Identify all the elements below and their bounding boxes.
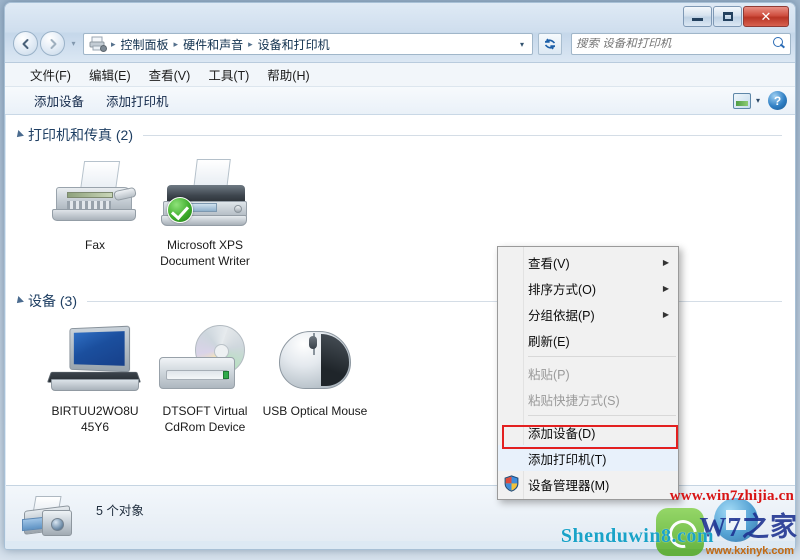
menu-edit[interactable]: 编辑(E) [80, 62, 140, 87]
context-menu-item-add-printer[interactable]: 添加打印机(T) [498, 445, 678, 471]
menu-file[interactable]: 文件(F) [21, 62, 80, 87]
printer-camera-icon [20, 494, 82, 540]
help-button[interactable]: ? [768, 91, 787, 110]
context-menu-separator [528, 415, 676, 416]
default-printer-checkmark-icon [167, 197, 193, 223]
forward-button[interactable] [40, 31, 65, 56]
context-menu-label: 粘贴(P) [528, 367, 570, 382]
menu-tools[interactable]: 工具(T) [199, 62, 258, 87]
context-menu-label: 设备管理器(M) [528, 478, 610, 493]
printer-icon [150, 155, 260, 233]
search-icon[interactable] [772, 37, 786, 51]
context-menu-item-paste-shortcut: 粘贴快捷方式(S) [498, 386, 678, 412]
back-button[interactable] [13, 31, 38, 56]
submenu-arrow-icon: ▶ [662, 309, 669, 319]
status-text: 5 个对象 [96, 504, 144, 518]
back-arrow-icon [22, 38, 28, 49]
context-menu-label: 查看(V) [528, 256, 570, 271]
refresh-button[interactable] [538, 33, 562, 55]
breadcrumb[interactable]: ▸ 控制面板 ▸ 硬件和声音 ▸ 设备和打印机 ▾ [83, 33, 533, 55]
group-header-devices: 设备 (3) [14, 291, 795, 311]
context-menu: 查看(V) ▶ 排序方式(O) ▶ 分组依据(P) ▶ 刷新(E) 粘贴(P) … [497, 246, 679, 500]
triangle-expanded-icon[interactable] [14, 296, 24, 306]
group-title-printers: 打印机和传真 (2) [28, 127, 133, 143]
context-menu-item-add-device[interactable]: 添加设备(D) [498, 419, 678, 445]
context-menu-item-sort-by[interactable]: 排序方式(O) ▶ [498, 275, 678, 301]
search-input[interactable] [576, 38, 772, 50]
maximize-icon [722, 12, 733, 21]
mouse-icon [260, 321, 370, 399]
device-label: Fax [84, 238, 105, 252]
context-menu-item-group-by[interactable]: 分组依据(P) ▶ [498, 301, 678, 327]
history-dropdown-button[interactable]: ▾ [67, 31, 80, 56]
refresh-icon [544, 38, 556, 50]
context-menu-label: 分组依据(P) [528, 308, 595, 323]
context-menu-item-refresh[interactable]: 刷新(E) [498, 327, 678, 353]
maximize-button[interactable] [713, 6, 742, 27]
breadcrumb-separator: ▸ [248, 38, 253, 49]
minimize-icon [692, 18, 703, 21]
breadcrumb-separator: ▸ [111, 38, 116, 49]
device-item-cdrom[interactable]: DTSOFT Virtual CdRom Device [150, 321, 260, 435]
device-label: BIRTUU2WO8U 45Y6 [51, 404, 139, 434]
devices-printers-icon [89, 36, 107, 52]
view-options-caret-icon[interactable]: ▾ [753, 96, 766, 105]
context-menu-label: 添加设备(D) [528, 426, 596, 441]
device-item-mouse[interactable]: USB Optical Mouse [260, 321, 370, 435]
fax-machine-icon [40, 155, 150, 233]
device-item-fax[interactable]: Fax [40, 155, 150, 269]
window-controls: ✕ [683, 6, 789, 27]
address-bar-row: ▾ ▸ 控制面板 ▸ 硬件和声音 ▸ 设备和打印机 ▾ [5, 31, 795, 61]
close-icon: ✕ [760, 8, 772, 24]
minimize-button[interactable] [683, 6, 712, 27]
command-bar: 添加设备 添加打印机 ▾ ? [5, 87, 795, 115]
submenu-arrow-icon: ▶ [662, 257, 669, 267]
breadcrumb-dropdown-icon[interactable]: ▾ [514, 40, 530, 49]
menu-bar: 文件(F) 编辑(E) 查看(V) 工具(T) 帮助(H) [5, 63, 795, 87]
context-menu-item-view[interactable]: 查看(V) ▶ [498, 249, 678, 275]
context-menu-item-paste: 粘贴(P) [498, 360, 678, 386]
menu-help[interactable]: 帮助(H) [258, 62, 318, 87]
navigation-buttons: ▾ [13, 31, 80, 56]
breadcrumb-item-hardware-sound[interactable]: 硬件和声音 [180, 35, 246, 54]
title-bar: ✕ [5, 3, 795, 29]
chevron-down-icon: ▾ [71, 39, 76, 48]
command-bar-right: ▾ ? [732, 91, 787, 110]
context-menu-label: 添加打印机(T) [528, 452, 607, 467]
group-header-printers: 打印机和传真 (2) [14, 125, 795, 145]
device-label: DTSOFT Virtual CdRom Device [162, 404, 248, 434]
menu-view[interactable]: 查看(V) [140, 62, 200, 87]
context-menu-label: 刷新(E) [528, 334, 570, 349]
submenu-arrow-icon: ▶ [662, 283, 669, 293]
cd-drive-icon [150, 321, 260, 399]
context-menu-label: 粘贴快捷方式(S) [528, 393, 620, 408]
context-menu-separator [528, 356, 676, 357]
close-button[interactable]: ✕ [743, 6, 789, 27]
add-printer-button[interactable]: 添加打印机 [95, 86, 180, 115]
view-options-icon[interactable] [732, 92, 751, 109]
breadcrumb-item-control-panel[interactable]: 控制面板 [118, 35, 172, 54]
forward-arrow-icon [50, 38, 56, 49]
context-menu-item-device-manager[interactable]: 设备管理器(M) [498, 471, 678, 497]
device-item-laptop[interactable]: BIRTUU2WO8U 45Y6 [40, 321, 150, 435]
device-item-xps-writer[interactable]: Microsoft XPS Document Writer [150, 155, 260, 269]
search-box[interactable] [571, 33, 791, 55]
triangle-expanded-icon[interactable] [14, 130, 24, 140]
breadcrumb-separator: ▸ [173, 38, 179, 49]
group-divider [143, 134, 782, 136]
explorer-window: ✕ ▾ ▸ 控制面板 ▸ 硬件和声音 ▸ 设备和打印机 ▾ 搜索 设备和打印机 … [4, 2, 796, 550]
group-title-devices: 设备 (3) [28, 293, 77, 309]
add-device-button[interactable]: 添加设备 [23, 86, 95, 115]
laptop-icon [40, 321, 150, 399]
breadcrumb-item-devices-printers[interactable]: 设备和打印机 [255, 35, 333, 54]
uac-shield-icon [504, 475, 519, 492]
context-menu-label: 排序方式(O) [528, 282, 597, 297]
device-label: Microsoft XPS Document Writer [160, 238, 250, 268]
device-label: USB Optical Mouse [262, 404, 368, 418]
